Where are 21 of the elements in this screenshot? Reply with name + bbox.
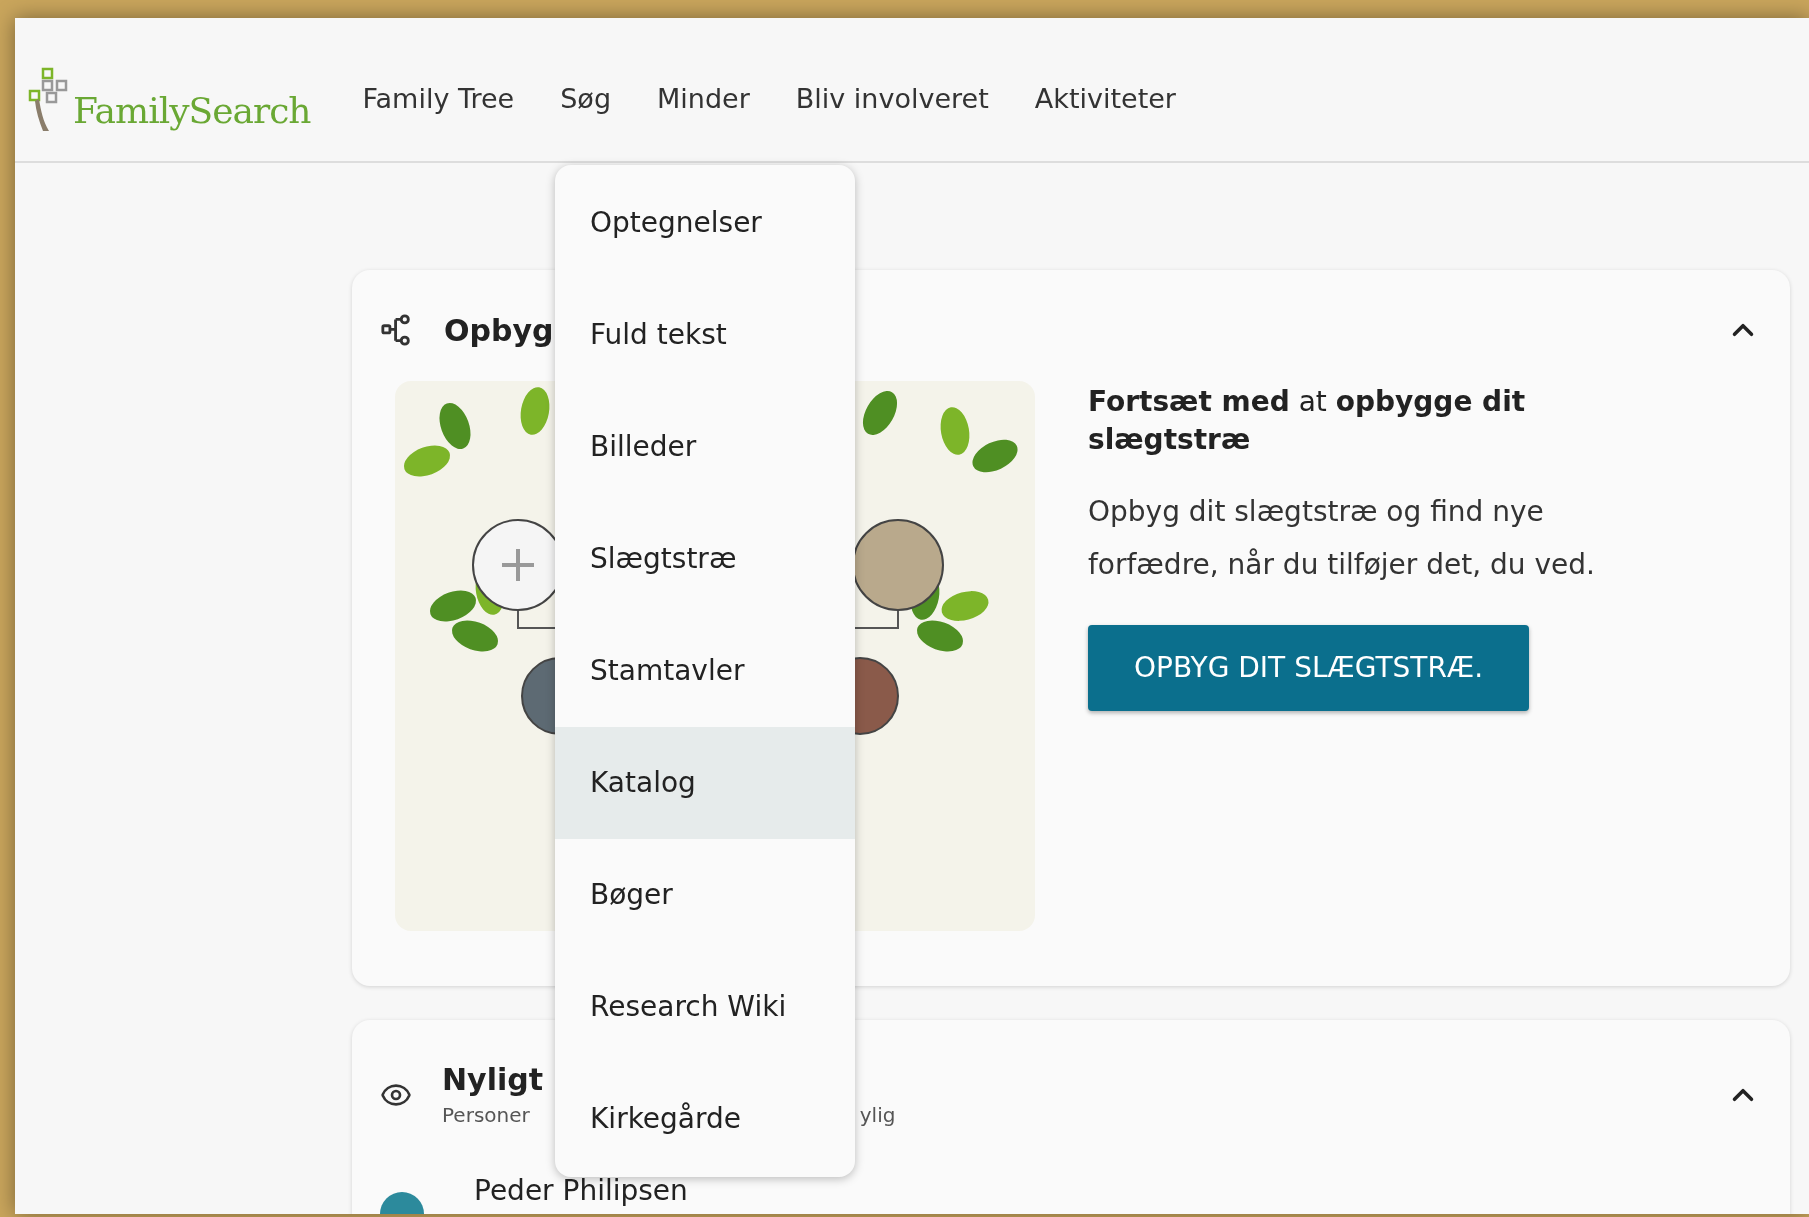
nav-link[interactable]: Aktiviteter — [1034, 79, 1176, 120]
card-title: Opbyg — [444, 311, 554, 350]
nav-link[interactable]: Søg — [560, 79, 611, 120]
build-tree-button[interactable]: OPBYG DIT SLÆGTSTRÆ. — [1088, 625, 1530, 711]
menu-item[interactable]: Stamtavler — [555, 615, 855, 727]
nav-link[interactable]: Bliv involveret — [795, 79, 989, 120]
menu-item[interactable]: Bøger — [555, 839, 855, 951]
card-subtitle: Personer — [442, 1102, 530, 1129]
menu-item[interactable]: Research Wiki — [555, 951, 855, 1063]
card-subtitle: ylig — [859, 1102, 896, 1129]
menu-item[interactable]: Katalog — [555, 727, 855, 839]
nav-link[interactable]: Family Tree — [362, 79, 515, 120]
menu-item[interactable]: Slægtstræ — [555, 503, 855, 615]
nav-link[interactable]: Minder — [657, 79, 750, 120]
menu-item[interactable]: Kirkegårde — [555, 1063, 855, 1175]
card-title: Nyligt — [442, 1061, 545, 1099]
menu-item[interactable]: Fuld tekst — [555, 279, 855, 391]
card-description: Opbyg dit slægtstræ og find nye forfædre, når du tilføjer det, du ved. — [1088, 494, 1596, 583]
menu-item[interactable]: Optegnelser — [555, 167, 855, 279]
menu-item[interactable]: Billeder — [555, 391, 855, 503]
card-heading: Fortsæt med at opbygge dit slægtstræ — [1088, 384, 1527, 458]
